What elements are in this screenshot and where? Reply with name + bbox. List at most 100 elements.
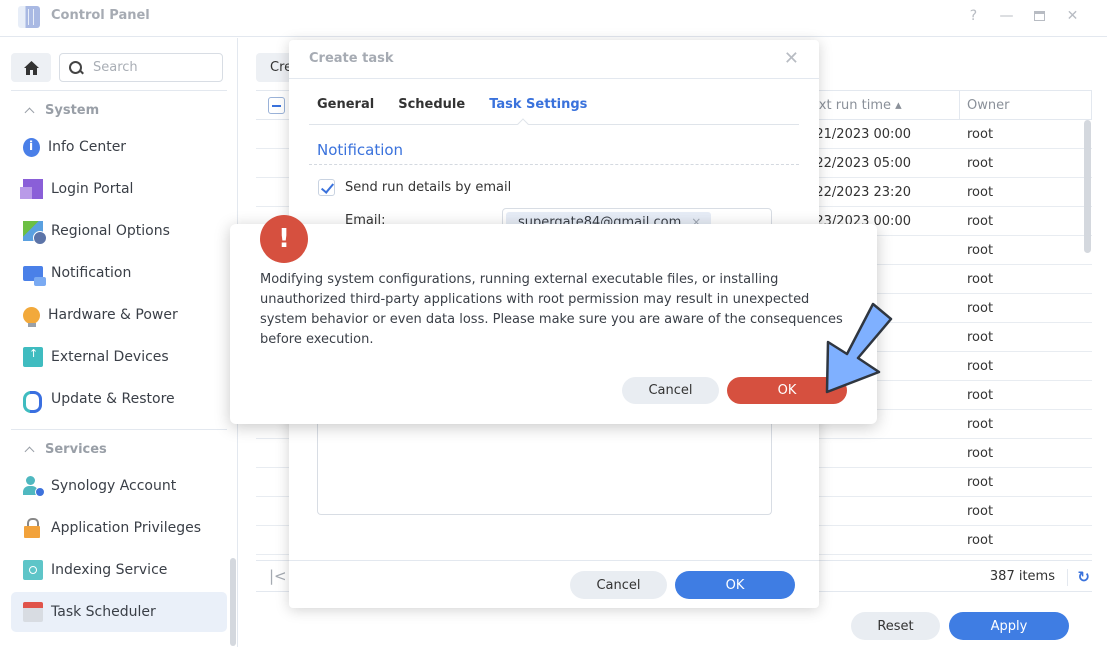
tab-general[interactable]: General [317,97,374,112]
section-label: System [45,103,100,118]
tab-underline [309,124,799,125]
update-icon [23,389,43,413]
owner-cell: root [967,330,994,345]
next-run-time-cell: /21/2023 00:00 [811,127,911,142]
grid-scrollbar[interactable] [1084,120,1091,253]
sidebar-item-update-restore[interactable]: Update & Restore [11,379,227,419]
sidebar: System Info Center Login Portal Regional… [0,38,238,647]
tab-task-settings[interactable]: Task Settings [489,97,587,112]
dialog-divider [289,78,819,79]
sidebar-item-hardware-power[interactable]: Hardware & Power [11,295,227,335]
sidebar-item-label: Regional Options [51,223,170,239]
search-input[interactable] [93,60,213,75]
home-button[interactable] [11,53,51,82]
script-textarea[interactable] [317,420,772,515]
sidebar-item-label: Task Scheduler [51,604,156,620]
section-system[interactable]: System [24,103,100,118]
help-button[interactable]: ? [957,8,990,25]
owner-cell: root [967,127,994,142]
dialog-footer-divider [289,560,819,561]
sidebar-item-label: External Devices [51,349,169,365]
sidebar-item-login-portal[interactable]: Login Portal [11,169,227,209]
external-devices-icon [23,347,43,367]
sidebar-item-label: Synology Account [51,478,177,494]
sidebar-item-label: Hardware & Power [48,307,178,323]
send-email-checkbox[interactable] [318,179,335,196]
next-run-time-cell: /22/2023 23:20 [811,185,911,200]
sidebar-item-notification[interactable]: Notification [11,253,227,293]
notification-icon [23,265,46,286]
tab-bar: General Schedule Task Settings [317,97,587,112]
dialog-title: Create task [309,51,394,66]
minimize-button[interactable]: — [990,8,1023,25]
title-bar: Control Panel ? — ✕ [0,0,1107,37]
sidebar-item-indexing-service[interactable]: Indexing Service [11,550,227,590]
control-panel-icon [18,6,40,28]
column-separator [959,91,960,120]
indexing-icon [23,560,43,580]
chevron-up-icon [24,446,35,457]
sidebar-item-label: Notification [51,265,132,281]
sidebar-item-synology-account[interactable]: Synology Account [11,466,227,506]
tab-schedule[interactable]: Schedule [398,97,465,112]
close-icon[interactable]: ✕ [784,48,799,69]
sidebar-item-external-devices[interactable]: External Devices [11,337,227,377]
owner-cell: root [967,272,994,287]
column-separator [1091,91,1092,120]
sidebar-divider [11,90,227,91]
maximize-icon [1034,11,1045,21]
first-page-button[interactable]: |< [269,567,287,585]
warning-ok-button[interactable]: OK [727,377,847,404]
sidebar-item-regional-options[interactable]: Regional Options [11,211,227,251]
warning-dialog: ! Modifying system configurations, runni… [230,215,877,424]
dialog-ok-button[interactable]: OK [675,571,795,599]
regional-options-icon [23,221,47,245]
sidebar-item-application-privileges[interactable]: Application Privileges [11,508,227,548]
info-icon [23,137,40,157]
search-box[interactable] [59,53,223,82]
owner-cell: root [967,359,994,374]
column-next-run-time[interactable]: ext run time ▴ [811,98,902,113]
owner-cell: root [967,446,994,461]
owner-cell: root [967,214,994,229]
pager-separator [1067,569,1068,586]
sidebar-item-label: Login Portal [51,181,134,197]
sidebar-item-info-center[interactable]: Info Center [11,127,227,167]
owner-cell: root [967,475,994,490]
sidebar-item-label: Application Privileges [51,520,201,536]
owner-cell: root [967,533,994,548]
warning-message: Modifying system configurations, running… [260,272,843,347]
sidebar-item-task-scheduler[interactable]: Task Scheduler [11,592,227,632]
send-email-label[interactable]: Send run details by email [345,180,511,195]
lock-icon [23,518,43,538]
owner-cell: root [967,388,994,403]
apply-button[interactable]: Apply [949,612,1069,640]
search-icon [69,60,83,75]
home-icon [23,60,39,75]
sidebar-scrollbar[interactable] [230,558,236,646]
owner-cell: root [967,185,994,200]
section-divider [309,164,799,165]
select-all-checkbox[interactable] [268,97,285,114]
refresh-icon[interactable]: ↻ [1077,568,1090,586]
maximize-button[interactable] [1023,8,1056,25]
owner-cell: root [967,243,994,258]
section-services[interactable]: Services [24,442,107,457]
owner-cell: root [967,156,994,171]
lightbulb-icon [23,306,40,327]
warning-icon: ! [260,215,308,263]
warning-cancel-button[interactable]: Cancel [622,377,719,404]
next-run-time-cell: /22/2023 05:00 [811,156,911,171]
column-owner[interactable]: Owner [967,98,1009,113]
section-label: Services [45,442,107,457]
reset-button[interactable]: Reset [851,612,940,640]
notification-section-title: Notification [317,141,404,159]
sidebar-item-label: Indexing Service [51,562,168,578]
owner-cell: root [967,301,994,316]
window-title: Control Panel [51,8,150,23]
close-window-button[interactable]: ✕ [1056,8,1089,25]
active-tab-caret [517,118,529,130]
dialog-cancel-button[interactable]: Cancel [570,571,667,599]
sidebar-item-label: Info Center [48,139,127,155]
items-count: 387 items [989,569,1055,584]
